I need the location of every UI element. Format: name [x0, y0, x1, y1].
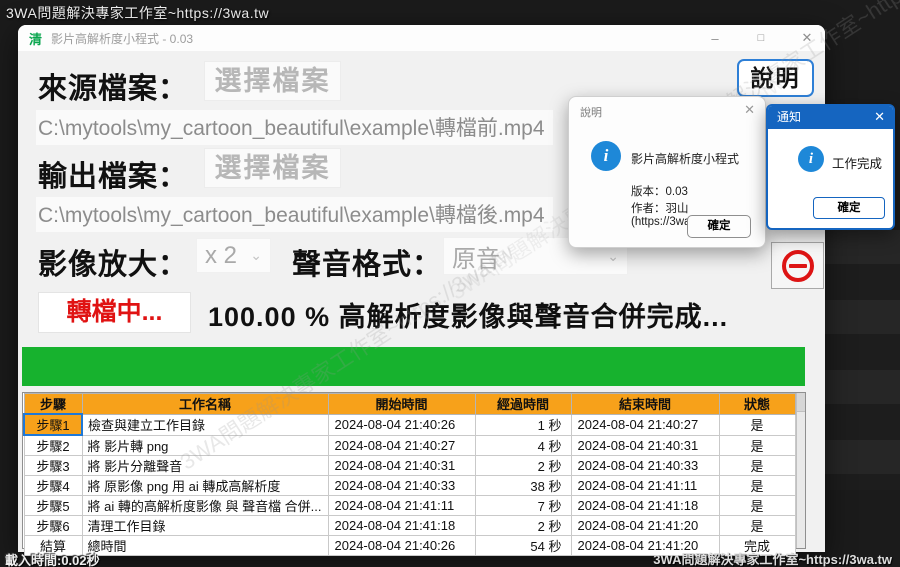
table-cell[interactable]: 1 秒 — [474, 413, 572, 436]
chevron-down-icon: ⌄ — [250, 247, 262, 263]
table-scrollbar[interactable] — [795, 393, 805, 548]
minimize-icon[interactable]: – — [707, 31, 723, 46]
table-cell[interactable]: 2024-08-04 21:40:31 — [570, 434, 720, 456]
about-dialog: 說明 ✕ i 影片高解析度小程式 版本：0.03 作者：羽山 (https://… — [568, 96, 766, 248]
table-cell[interactable]: 2024-08-04 21:41:18 — [570, 495, 720, 516]
table-cell[interactable]: 54 秒 — [474, 535, 572, 556]
about-dialog-title: 說明 — [580, 107, 602, 119]
table-row[interactable]: 步驟3 將 影片分離聲音 2024-08-04 21:40:31 2 秒 2024-08… — [23, 455, 796, 476]
table-cell[interactable]: 將 ai 轉的高解析度影像 與 聲音檔 合併... — [81, 495, 329, 516]
scale-value: x 2 — [205, 241, 238, 269]
output-choose-file-button[interactable]: 選擇檔案 — [204, 148, 341, 188]
step-cell[interactable]: 步驟4 — [23, 475, 83, 496]
about-app-name: 影片高解析度小程式 — [631, 152, 740, 166]
table-cell[interactable]: 2024-08-04 21:41:20 — [570, 515, 720, 536]
table-header-row: 步驟 工作名稱 開始時間 經過時間 結束時間 狀態 — [23, 393, 796, 415]
desktop: 3WA問題解決專家工作室~https://3wa.tw 3WA問題解決專家工作室… — [0, 0, 900, 567]
close-icon[interactable]: ✕ — [799, 30, 815, 46]
table-cell[interactable]: 2024-08-04 21:40:31 — [327, 455, 476, 476]
source-file-label: 來源檔案： — [38, 73, 189, 105]
column-header[interactable]: 工作名稱 — [81, 393, 329, 415]
table-cell[interactable]: 總時間 — [81, 535, 329, 556]
window-controls: – □ ✕ — [707, 30, 815, 46]
table-cell[interactable]: 2024-08-04 21:40:26 — [327, 413, 476, 436]
table-cell[interactable]: 7 秒 — [474, 495, 572, 516]
table-cell[interactable]: 2024-08-04 21:41:11 — [570, 475, 720, 496]
table-cell[interactable]: 2024-08-04 21:41:18 — [327, 515, 476, 536]
close-icon[interactable]: ✕ — [874, 109, 885, 125]
table-cell[interactable]: 2 秒 — [474, 455, 572, 476]
step-cell[interactable]: 步驟1 — [23, 413, 83, 436]
step-cell[interactable]: 步驟2 — [23, 434, 83, 456]
info-icon: i — [798, 146, 824, 172]
table-cell[interactable]: 清理工作目錄 — [81, 515, 329, 536]
table-row[interactable]: 步驟4 將 原影像 png 用 ai 轉成高解析度 2024-08-04 21:40… — [23, 475, 796, 496]
scrollbar-corner — [796, 393, 805, 412]
desktop-watermark-top: 3WA問題解決專家工作室~https://3wa.tw — [6, 5, 270, 21]
table-row[interactable]: 步驟2 將 影片轉 png 2024-08-04 21:40:27 4 秒 2024-0… — [23, 434, 796, 456]
window-titlebar: 清 影片高解析度小程式 - 0.03 – □ ✕ — [18, 25, 825, 51]
step-cell[interactable]: 步驟3 — [23, 455, 83, 476]
steps-table: 步驟 工作名稱 開始時間 經過時間 結束時間 狀態 步驟1 檢查與建立工作目錄 20… — [22, 392, 806, 556]
about-ok-button[interactable]: 確定 — [687, 215, 751, 238]
output-path: C:\mytools\my_cartoon_beautiful\example\… — [36, 197, 553, 232]
audio-format-value: 原音 — [452, 245, 500, 273]
table-cell[interactable]: 是 — [718, 475, 796, 496]
table-row[interactable]: 步驟1 檢查與建立工作目錄 2024-08-04 21:40:26 1 秒 2024-0… — [23, 413, 796, 436]
source-path: C:\mytools\my_cartoon_beautiful\example\… — [36, 110, 553, 145]
scale-dropdown[interactable]: x 2 ⌄ — [196, 238, 271, 273]
convert-button[interactable]: 轉檔中... — [38, 292, 191, 333]
output-file-label: 輸出檔案： — [38, 161, 189, 193]
table-row[interactable]: 步驟6 清理工作目錄 2024-08-04 21:41:18 2 秒 2024-08-0… — [23, 515, 796, 536]
table-cell[interactable]: 38 秒 — [474, 475, 572, 496]
table-cell[interactable]: 是 — [718, 434, 796, 456]
help-button[interactable]: 說明 — [737, 59, 814, 97]
info-icon: i — [591, 141, 621, 171]
notify-dialog: 通知 ✕ i 工作完成 確定 — [766, 104, 895, 230]
desktop-watermark-bottom: 3WA問題解決專家工作室~https://3wa.tw — [653, 552, 892, 567]
table-cell[interactable]: 4 秒 — [474, 434, 572, 456]
column-header[interactable]: 步驟 — [23, 393, 83, 415]
progress-bar — [22, 347, 805, 386]
table-cell[interactable]: 將 原影像 png 用 ai 轉成高解析度 — [81, 475, 329, 496]
progress-status-text: 100.00 % 高解析度影像與聲音合併完成... — [208, 302, 729, 332]
table-cell[interactable]: 2024-08-04 21:40:33 — [570, 455, 720, 476]
column-header[interactable]: 結束時間 — [570, 393, 720, 415]
load-time-text: 載入時間:0.02秒 — [5, 553, 100, 567]
column-header[interactable]: 開始時間 — [327, 393, 476, 415]
scale-label: 影像放大： — [38, 249, 189, 281]
table-cell[interactable]: 是 — [718, 455, 796, 476]
audio-format-label: 聲音格式： — [292, 249, 443, 281]
source-choose-file-button[interactable]: 選擇檔案 — [204, 61, 341, 101]
table-cell[interactable]: 將 影片分離聲音 — [81, 455, 329, 476]
table-cell[interactable]: 2024-08-04 21:41:11 — [327, 495, 476, 516]
maximize-icon[interactable]: □ — [753, 32, 769, 44]
stop-button[interactable] — [771, 242, 824, 289]
close-icon[interactable]: ✕ — [744, 102, 755, 118]
table-cell[interactable]: 2024-08-04 21:40:27 — [327, 434, 476, 456]
window-title: 影片高解析度小程式 - 0.03 — [51, 31, 194, 46]
table-cell[interactable]: 是 — [718, 515, 796, 536]
chevron-down-icon: ⌄ — [607, 247, 619, 264]
steps-table-body: 步驟1 檢查與建立工作目錄 2024-08-04 21:40:26 1 秒 2024-0… — [23, 413, 796, 556]
about-version: 版本：0.03 — [631, 186, 688, 198]
table-cell[interactable]: 是 — [718, 413, 796, 436]
column-header[interactable]: 狀態 — [718, 393, 796, 415]
column-header[interactable]: 經過時間 — [474, 393, 572, 415]
stop-icon — [781, 249, 814, 282]
step-cell[interactable]: 步驟6 — [23, 515, 83, 536]
table-cell[interactable]: 是 — [718, 495, 796, 516]
table-cell[interactable]: 2024-08-04 21:40:26 — [327, 535, 476, 556]
app-icon: 清 — [29, 31, 43, 47]
table-cell[interactable]: 2024-08-04 21:40:27 — [570, 413, 720, 436]
notify-ok-button[interactable]: 確定 — [813, 197, 885, 219]
notify-message: 工作完成 — [832, 157, 883, 171]
table-cell[interactable]: 將 影片轉 png — [81, 434, 329, 456]
table-row[interactable]: 步驟5 將 ai 轉的高解析度影像 與 聲音檔 合併... 2024-08-04 2… — [23, 495, 796, 516]
step-cell[interactable]: 步驟5 — [23, 495, 83, 516]
table-cell[interactable]: 2024-08-04 21:40:33 — [327, 475, 476, 496]
table-cell[interactable]: 2 秒 — [474, 515, 572, 536]
table-cell[interactable]: 檢查與建立工作目錄 — [81, 413, 329, 436]
